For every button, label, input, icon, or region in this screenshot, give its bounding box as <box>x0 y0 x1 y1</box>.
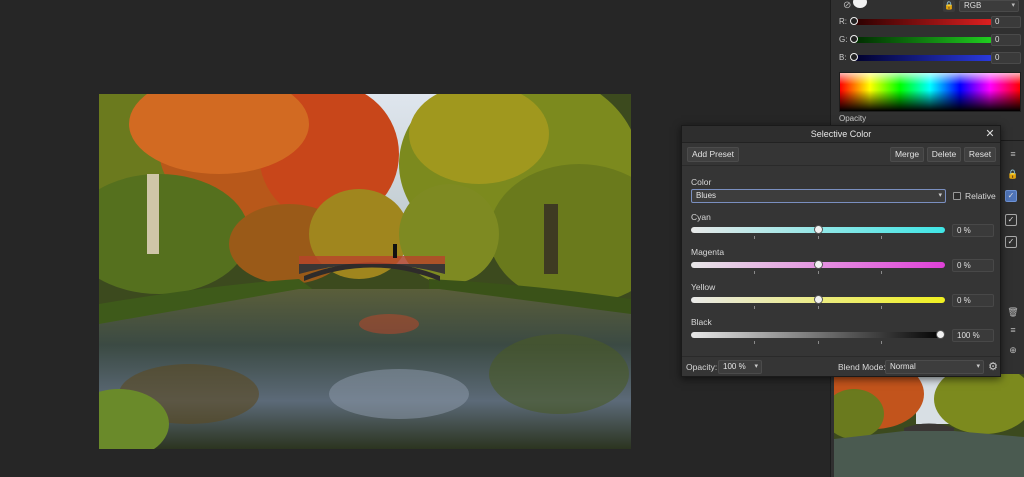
photo-image <box>99 94 631 449</box>
yellow-slider-knob[interactable] <box>813 295 823 304</box>
black-slider-ticks <box>691 341 945 344</box>
close-icon[interactable]: ✕ <box>984 128 996 140</box>
blend-mode-select[interactable]: Normal ▾ <box>885 360 984 374</box>
color-label: Color <box>691 177 712 187</box>
canvas-photo[interactable] <box>99 94 631 449</box>
magenta-slider-knob[interactable] <box>813 260 823 269</box>
relative-checkbox[interactable] <box>953 192 961 200</box>
black-value-field[interactable]: 100 % <box>952 329 994 342</box>
yellow-label: Yellow <box>691 282 716 292</box>
green-channel-slider[interactable] <box>853 37 993 43</box>
blend-mode-label: Blend Mode: <box>838 362 886 372</box>
black-label: Black <box>691 317 712 327</box>
layer-visibility-checkbox[interactable]: ✓ <box>1005 214 1017 226</box>
add-icon[interactable]: ⊕ <box>1007 344 1019 356</box>
magenta-value-field[interactable]: 0 % <box>952 259 994 272</box>
black-slider-knob[interactable] <box>936 330 945 339</box>
reset-button[interactable]: Reset <box>964 147 996 162</box>
layer-visibility-checkbox[interactable]: ✓ <box>1005 190 1017 202</box>
add-preset-button[interactable]: Add Preset <box>687 147 739 162</box>
magenta-label: Magenta <box>691 247 725 257</box>
green-channel-label: G: <box>839 35 848 44</box>
opacity-label: Opacity: <box>686 362 718 372</box>
eyedropper-icon[interactable]: ⊘ <box>843 1 853 11</box>
green-channel-row: G: 0 <box>839 34 1021 46</box>
chevron-down-icon: ▾ <box>976 363 980 370</box>
opacity-select[interactable]: 100 % ▾ <box>718 360 762 374</box>
menu-icon[interactable]: ≡ <box>1007 324 1019 336</box>
selective-color-dialog: Selective Color ✕ Add Preset Merge Delet… <box>681 125 1001 377</box>
navigator-image <box>834 374 1024 477</box>
magenta-slider-ticks <box>691 271 945 274</box>
chevron-down-icon: ▾ <box>1011 2 1015 9</box>
green-channel-value[interactable]: 0 <box>991 34 1021 46</box>
red-channel-label: R: <box>839 17 847 26</box>
trash-icon[interactable]: 🗑 <box>1007 306 1019 318</box>
color-range-value: Blues <box>696 191 717 200</box>
cyan-slider-ticks <box>691 236 945 239</box>
app-window: ⊘ 🔒 RGB ▾ R: 0 G: 0 B: 0 Opacity ≡ 🔒 ✓ ✓… <box>0 0 1024 477</box>
color-swatch[interactable] <box>853 0 867 8</box>
dialog-toolbar: Add Preset Merge Delete Reset <box>682 144 1000 166</box>
color-range-select[interactable]: Blues ▾ <box>691 189 946 203</box>
black-slider[interactable] <box>691 332 945 338</box>
navigator-thumbnail[interactable] <box>834 374 1024 477</box>
blue-channel-label: B: <box>839 53 847 62</box>
cyan-value-field[interactable]: 0 % <box>952 224 994 237</box>
lock-icon[interactable]: 🔒 <box>1007 168 1019 180</box>
red-channel-knob[interactable] <box>850 17 858 25</box>
dialog-title: Selective Color <box>682 126 1000 143</box>
menu-icon[interactable]: ≡ <box>1007 148 1019 160</box>
chevron-down-icon: ▾ <box>754 363 758 370</box>
gear-icon[interactable]: ⚙ <box>987 361 999 373</box>
red-channel-slider[interactable] <box>853 19 993 25</box>
color-mode-value: RGB <box>964 1 982 10</box>
yellow-value-field[interactable]: 0 % <box>952 294 994 307</box>
color-panel-header: ⊘ 🔒 RGB ▾ <box>831 0 1024 14</box>
layer-visibility-checkbox[interactable]: ✓ <box>1005 236 1017 248</box>
color-spectrum[interactable] <box>839 72 1021 112</box>
blend-mode-value: Normal <box>890 362 916 371</box>
green-channel-knob[interactable] <box>850 35 858 43</box>
blue-channel-row: B: 0 <box>839 52 1021 64</box>
blue-channel-knob[interactable] <box>850 53 858 61</box>
delete-button[interactable]: Delete <box>927 147 961 162</box>
color-mode-select[interactable]: RGB ▾ <box>959 0 1019 12</box>
opacity-value: 100 % <box>723 362 746 371</box>
lock-icon[interactable]: 🔒 <box>943 0 955 12</box>
cyan-slider-knob[interactable] <box>813 225 823 234</box>
yellow-slider-ticks <box>691 306 945 309</box>
cyan-label: Cyan <box>691 212 711 222</box>
red-channel-row: R: 0 <box>839 16 1021 28</box>
chevron-down-icon: ▾ <box>938 192 942 199</box>
blue-channel-value[interactable]: 0 <box>991 52 1021 64</box>
merge-button[interactable]: Merge <box>890 147 924 162</box>
relative-label: Relative <box>965 191 996 201</box>
dialog-footer: Opacity: 100 % ▾ Blend Mode: Normal ▾ ⚙ <box>682 356 1000 376</box>
color-opacity-label: Opacity <box>839 114 867 123</box>
red-channel-value[interactable]: 0 <box>991 16 1021 28</box>
blue-channel-slider[interactable] <box>853 55 993 61</box>
